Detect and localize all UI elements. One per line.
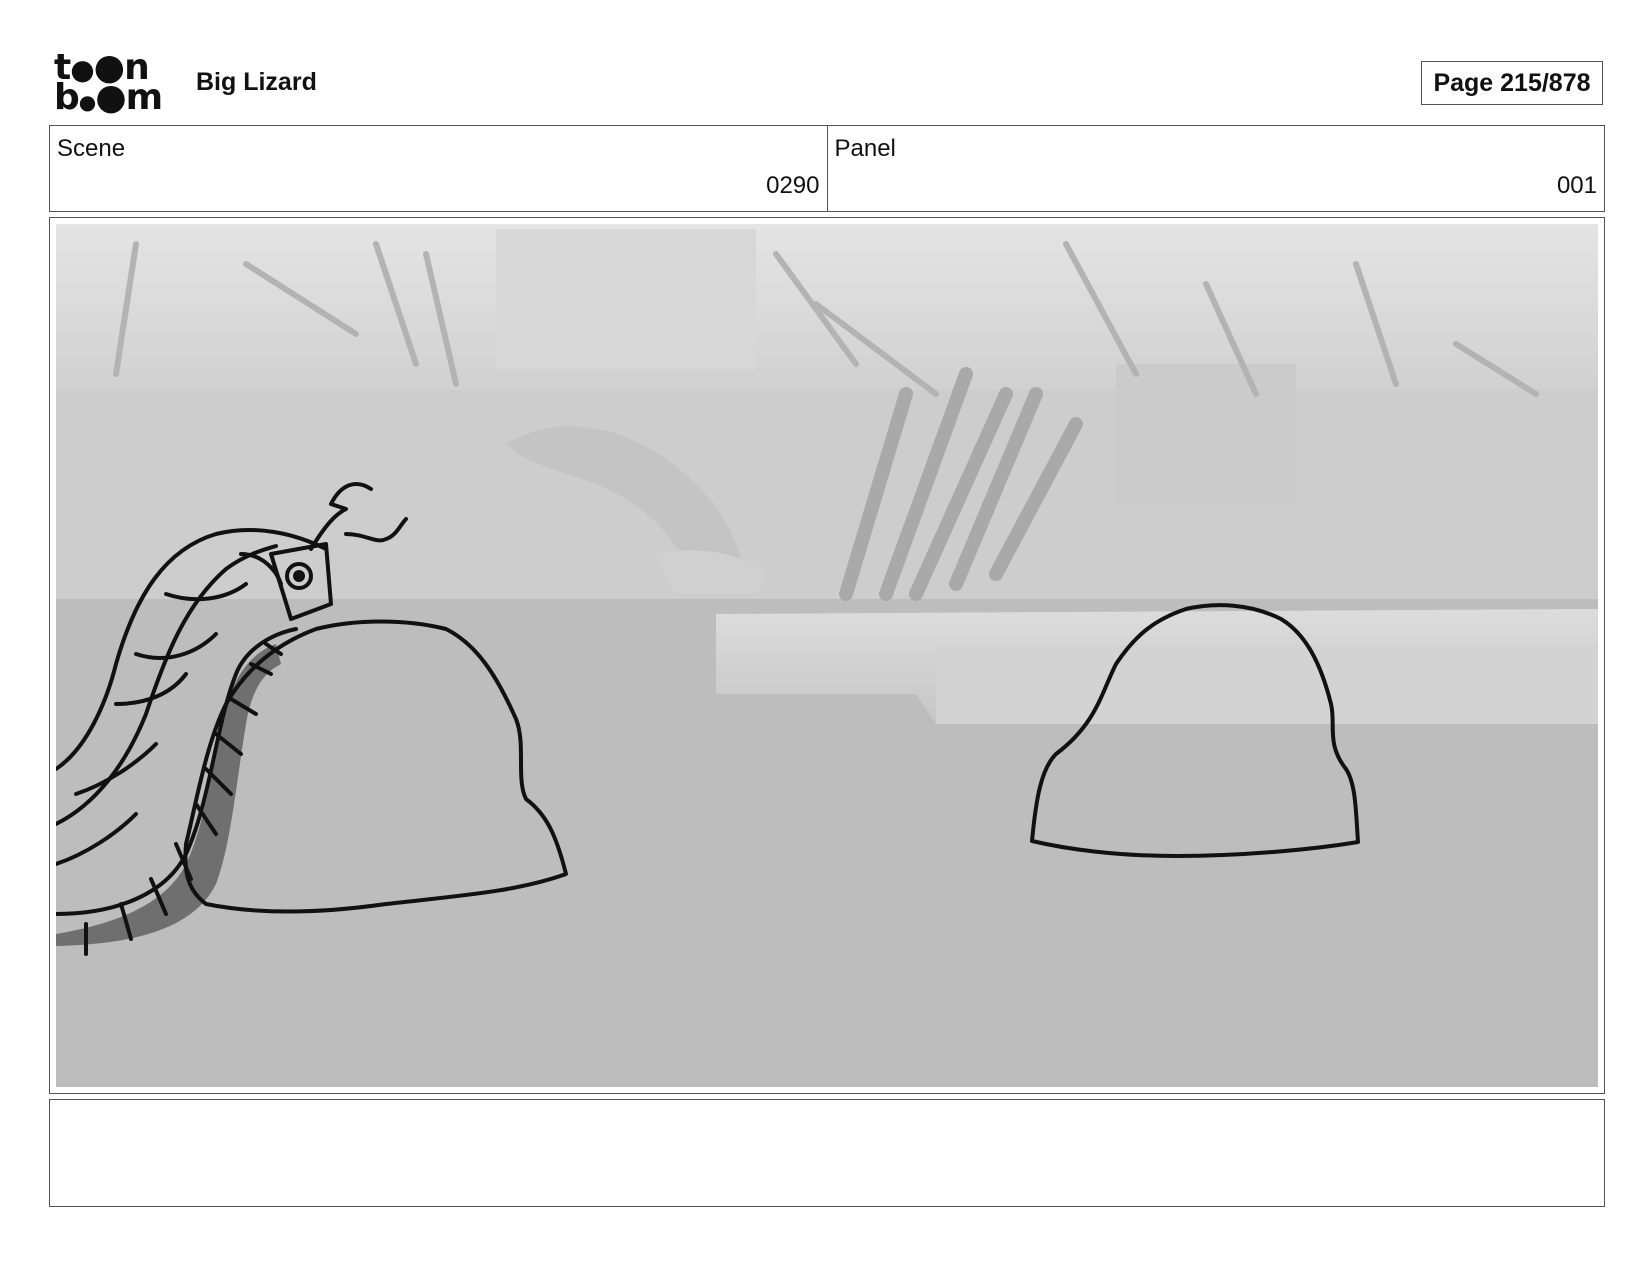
storyboard-panel xyxy=(49,217,1605,1094)
scene-cell: Scene 0290 xyxy=(50,126,827,211)
scene-label: Scene xyxy=(57,135,126,162)
info-row: Scene 0290 Panel 001 xyxy=(49,125,1605,212)
panel-cell: Panel 001 xyxy=(826,126,1605,211)
panel-drawing xyxy=(56,224,1598,1087)
panel-number: 001 xyxy=(1556,172,1597,199)
toon-boom-logo: t●●n b●●m xyxy=(54,47,163,118)
panel-label: Panel xyxy=(834,135,896,162)
page-indicator: Page 215/878 xyxy=(1421,61,1603,105)
project-title: Big Lizard xyxy=(196,68,317,96)
scene-number: 0290 xyxy=(766,172,820,199)
notes-box xyxy=(49,1099,1605,1207)
